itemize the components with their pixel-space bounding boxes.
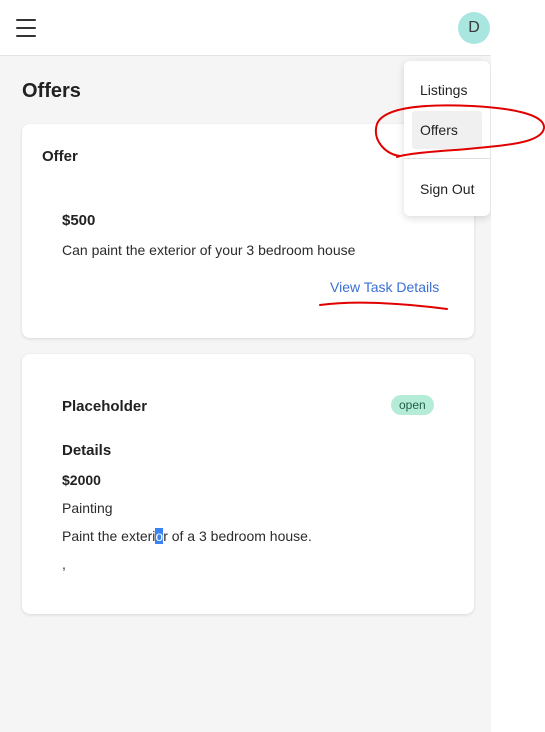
menu-item-listings[interactable]: Listings (412, 71, 482, 109)
offer-card-heading: Offer (42, 148, 78, 165)
task-description: Paint the exterior of a 3 bedroom house. (62, 528, 312, 544)
app-window: D Offers Offer $500 Can paint the exteri… (0, 0, 491, 732)
view-task-details-link[interactable]: View Task Details (330, 279, 439, 295)
top-bar: D (0, 0, 491, 56)
user-dropdown-menu: Listings Offers Sign Out (404, 61, 490, 216)
task-description-part: Paint the exteri (62, 528, 156, 544)
offer-description: Can paint the exterior of your 3 bedroom… (62, 242, 356, 258)
hamburger-menu-icon[interactable] (14, 17, 38, 39)
task-price: $2000 (62, 472, 101, 488)
task-title: Placeholder (62, 398, 148, 415)
details-heading: Details (62, 442, 112, 459)
offer-amount: $500 (62, 212, 96, 229)
blank-margin (491, 0, 545, 732)
page-title: Offers (22, 80, 81, 102)
menu-divider (404, 158, 490, 159)
menu-item-sign-out[interactable]: Sign Out (412, 170, 482, 208)
menu-item-offers[interactable]: Offers (412, 111, 482, 149)
task-description-part: r of a 3 bedroom house. (163, 528, 312, 544)
task-extra-text: , (62, 556, 66, 572)
task-card: Placeholder open Details $2000 Painting … (22, 354, 474, 614)
user-avatar[interactable]: D (458, 12, 490, 44)
status-badge: open (391, 395, 434, 415)
task-category: Painting (62, 500, 113, 516)
